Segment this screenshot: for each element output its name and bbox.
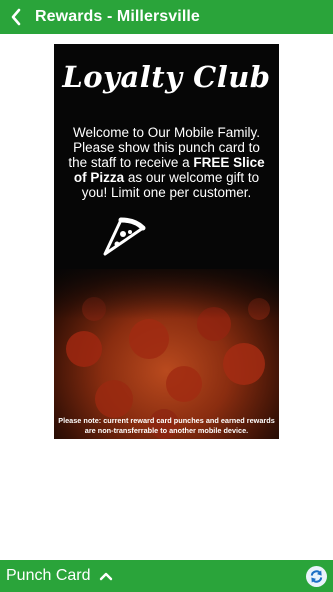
page-title: Rewards - Millersville <box>35 8 200 25</box>
refresh-button[interactable] <box>306 566 327 587</box>
loyalty-card: Loyalty Club Welcome to Our Mobile Famil… <box>54 44 279 439</box>
loyalty-club-title: Loyalty Club <box>62 60 271 94</box>
chevron-up-icon[interactable] <box>99 571 113 581</box>
punch-card-bar[interactable]: Punch Card <box>0 560 333 592</box>
refresh-icon <box>310 570 323 583</box>
pizza-slice-icon <box>103 217 146 256</box>
punch-card-label[interactable]: Punch Card <box>6 567 91 585</box>
transfer-note: Please note: current reward card punches… <box>58 416 275 435</box>
back-button[interactable] <box>1 0 31 34</box>
app-header: Rewards - Millersville <box>0 0 333 34</box>
chevron-left-icon <box>11 8 21 26</box>
welcome-message: Welcome to Our Mobile Family. Please sho… <box>68 125 265 200</box>
